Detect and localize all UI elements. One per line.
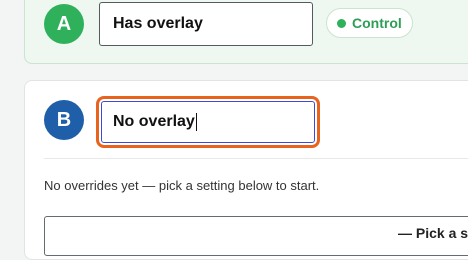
variant-b-input[interactable]: No overlay (101, 101, 315, 143)
text-caret-icon (195, 113, 197, 131)
status-dot-icon (337, 18, 346, 28)
variant-b-input-value: No overlay (113, 113, 195, 130)
variant-b-badge: B (44, 100, 84, 140)
variant-b-input-focus-ring[interactable]: No overlay (96, 96, 320, 148)
overrides-hint: No overrides yet — pick a setting below … (44, 178, 320, 193)
setting-select-label: — Pick a sett (398, 225, 468, 241)
variant-a-input[interactable]: Has overlay (99, 2, 313, 46)
control-pill: Control (326, 8, 413, 38)
setting-select[interactable]: — Pick a sett (44, 216, 468, 256)
variant-a-badge: A (44, 4, 84, 44)
control-pill-label: Control (352, 15, 402, 31)
divider (44, 158, 468, 159)
